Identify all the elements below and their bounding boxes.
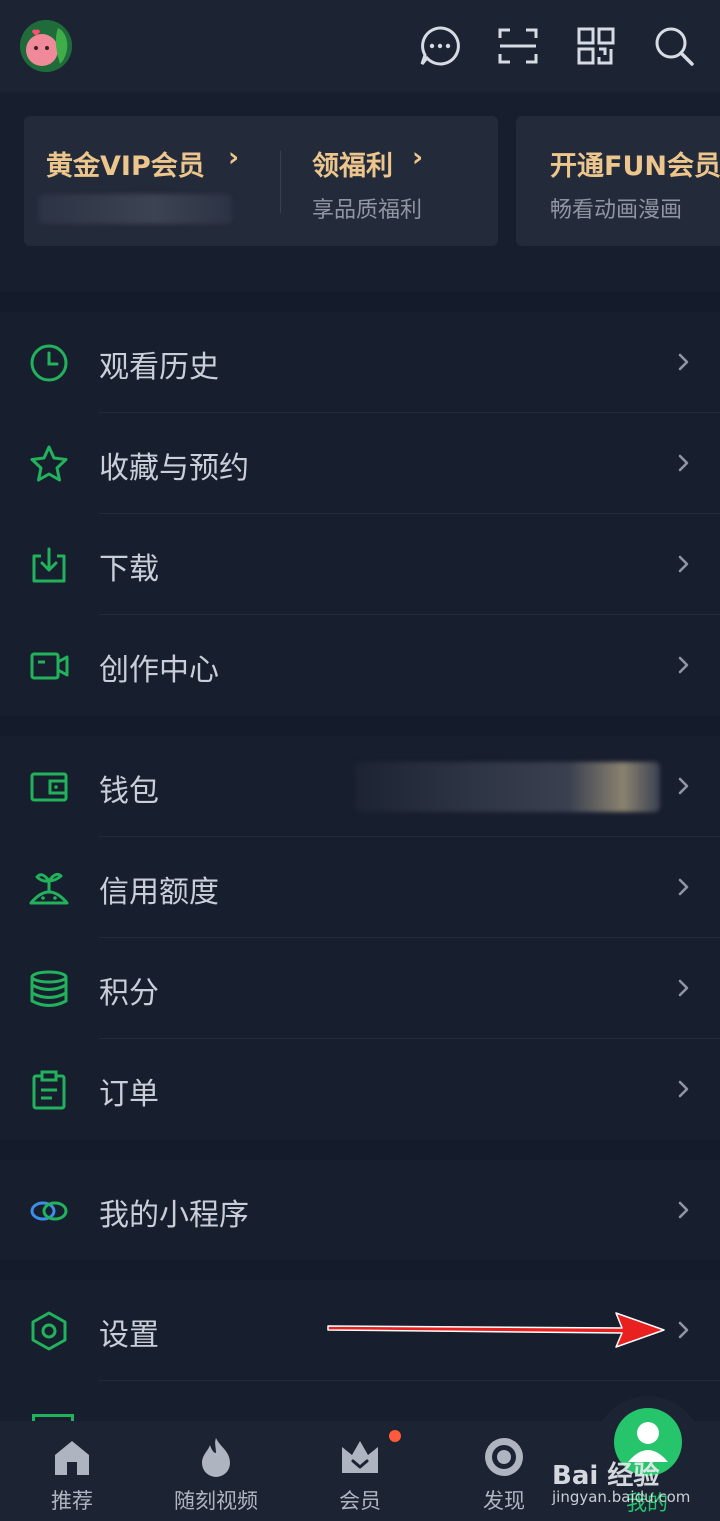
qr-code-icon[interactable] <box>574 24 618 68</box>
vip-card: 黄金VIP会员 › 领福利 › 享品质福利 <box>24 116 498 246</box>
menu-item-orders[interactable]: 订单 <box>0 1039 720 1140</box>
welfare-title: 领福利 <box>312 151 393 182</box>
notification-dot <box>389 1430 401 1442</box>
hexagon-settings-icon <box>28 1310 70 1352</box>
nav-shorts[interactable]: 随刻视频 <box>144 1421 288 1521</box>
menu-group-content: 观看历史 收藏与预约 下载 创作中心 <box>0 312 720 716</box>
chevron-right-icon <box>674 649 694 681</box>
menu-item-label: 钱包 <box>99 774 159 809</box>
welfare-subtitle: 享品质福利 <box>312 198 423 223</box>
video-camera-icon <box>28 645 70 687</box>
gold-vip-title: 黄金VIP会员 <box>46 151 205 182</box>
menu-item-label: 订单 <box>99 1077 159 1112</box>
menu-item-mini-programs[interactable]: 我的小程序 <box>0 1160 720 1261</box>
flame-icon <box>194 1435 238 1479</box>
home-icon <box>50 1435 94 1479</box>
chevron-right-icon <box>674 1073 694 1105</box>
fun-vip-title: 开通FUN会员 <box>550 151 720 182</box>
clipboard-icon <box>28 1069 70 1111</box>
menu-item-credit[interactable]: 信用额度 <box>0 837 720 938</box>
menu-item-label: 信用额度 <box>99 875 219 910</box>
clock-icon <box>28 342 70 384</box>
vip-section: 黄金VIP会员 › 领福利 › 享品质福利 开通FUN会员 畅看动画漫画 <box>0 92 720 292</box>
welfare-link[interactable]: 领福利 › 享品质福利 <box>294 116 494 246</box>
nav-label: 会员 <box>339 1489 381 1513</box>
top-bar <box>0 0 720 92</box>
chevron-right-icon: › <box>412 142 424 173</box>
menu-item-favorites[interactable]: 收藏与预约 <box>0 413 720 514</box>
chevron-right-icon <box>674 871 694 903</box>
watermark-url: jingyan.baidu.com <box>552 1488 691 1506</box>
annotation-arrow-icon <box>327 1312 665 1348</box>
wallet-balance-blurred <box>354 762 660 812</box>
menu-item-label: 下载 <box>99 552 159 587</box>
menu-group-finance: 钱包 信用额度 积分 订单 <box>0 736 720 1140</box>
crown-icon <box>338 1435 382 1479</box>
discover-icon <box>482 1435 526 1479</box>
gold-vip-link[interactable]: 黄金VIP会员 › <box>24 116 280 246</box>
chevron-right-icon <box>674 770 694 802</box>
chevron-right-icon <box>674 1194 694 1226</box>
menu-item-label: 积分 <box>99 976 159 1011</box>
avatar-image <box>20 20 72 72</box>
wallet-icon <box>28 766 70 808</box>
chevron-right-icon <box>674 1314 694 1346</box>
nav-label: 随刻视频 <box>174 1489 258 1513</box>
fun-vip-card[interactable]: 开通FUN会员 畅看动画漫画 <box>516 116 720 246</box>
download-icon <box>28 544 70 586</box>
menu-item-points[interactable]: 积分 <box>0 938 720 1039</box>
chevron-right-icon <box>674 972 694 1004</box>
star-icon <box>28 443 70 485</box>
divider <box>99 1380 720 1381</box>
search-icon[interactable] <box>652 24 696 68</box>
chevron-right-icon <box>674 548 694 580</box>
nav-vip[interactable]: 会员 <box>288 1421 432 1521</box>
link-rings-icon <box>28 1190 70 1232</box>
menu-item-label: 我的小程序 <box>99 1198 249 1233</box>
nav-label: 推荐 <box>51 1489 93 1513</box>
chevron-right-icon <box>674 447 694 479</box>
menu-item-wallet[interactable]: 钱包 <box>0 736 720 837</box>
sprout-icon <box>28 867 70 909</box>
menu-item-label: 观看历史 <box>99 350 219 385</box>
divider <box>280 151 281 213</box>
menu-item-download[interactable]: 下载 <box>0 514 720 615</box>
vip-expiry-blurred <box>38 194 232 224</box>
coins-icon <box>28 968 70 1010</box>
menu-item-history[interactable]: 观看历史 <box>0 312 720 413</box>
nav-home[interactable]: 推荐 <box>0 1421 144 1521</box>
menu-item-label: 设置 <box>99 1318 159 1353</box>
watermark: Bai 经验 <box>552 1461 660 1491</box>
menu-item-label: 创作中心 <box>99 653 219 688</box>
chevron-right-icon: › <box>228 142 240 173</box>
fun-vip-subtitle: 畅看动画漫画 <box>550 198 683 223</box>
avatar[interactable] <box>20 20 72 72</box>
menu-group-mini-programs: 我的小程序 <box>0 1160 720 1260</box>
menu-item-label: 收藏与预约 <box>99 451 249 486</box>
scan-icon[interactable] <box>496 24 540 68</box>
menu-item-creator-center[interactable]: 创作中心 <box>0 615 720 716</box>
chevron-right-icon <box>674 346 694 378</box>
message-icon[interactable] <box>418 24 462 68</box>
